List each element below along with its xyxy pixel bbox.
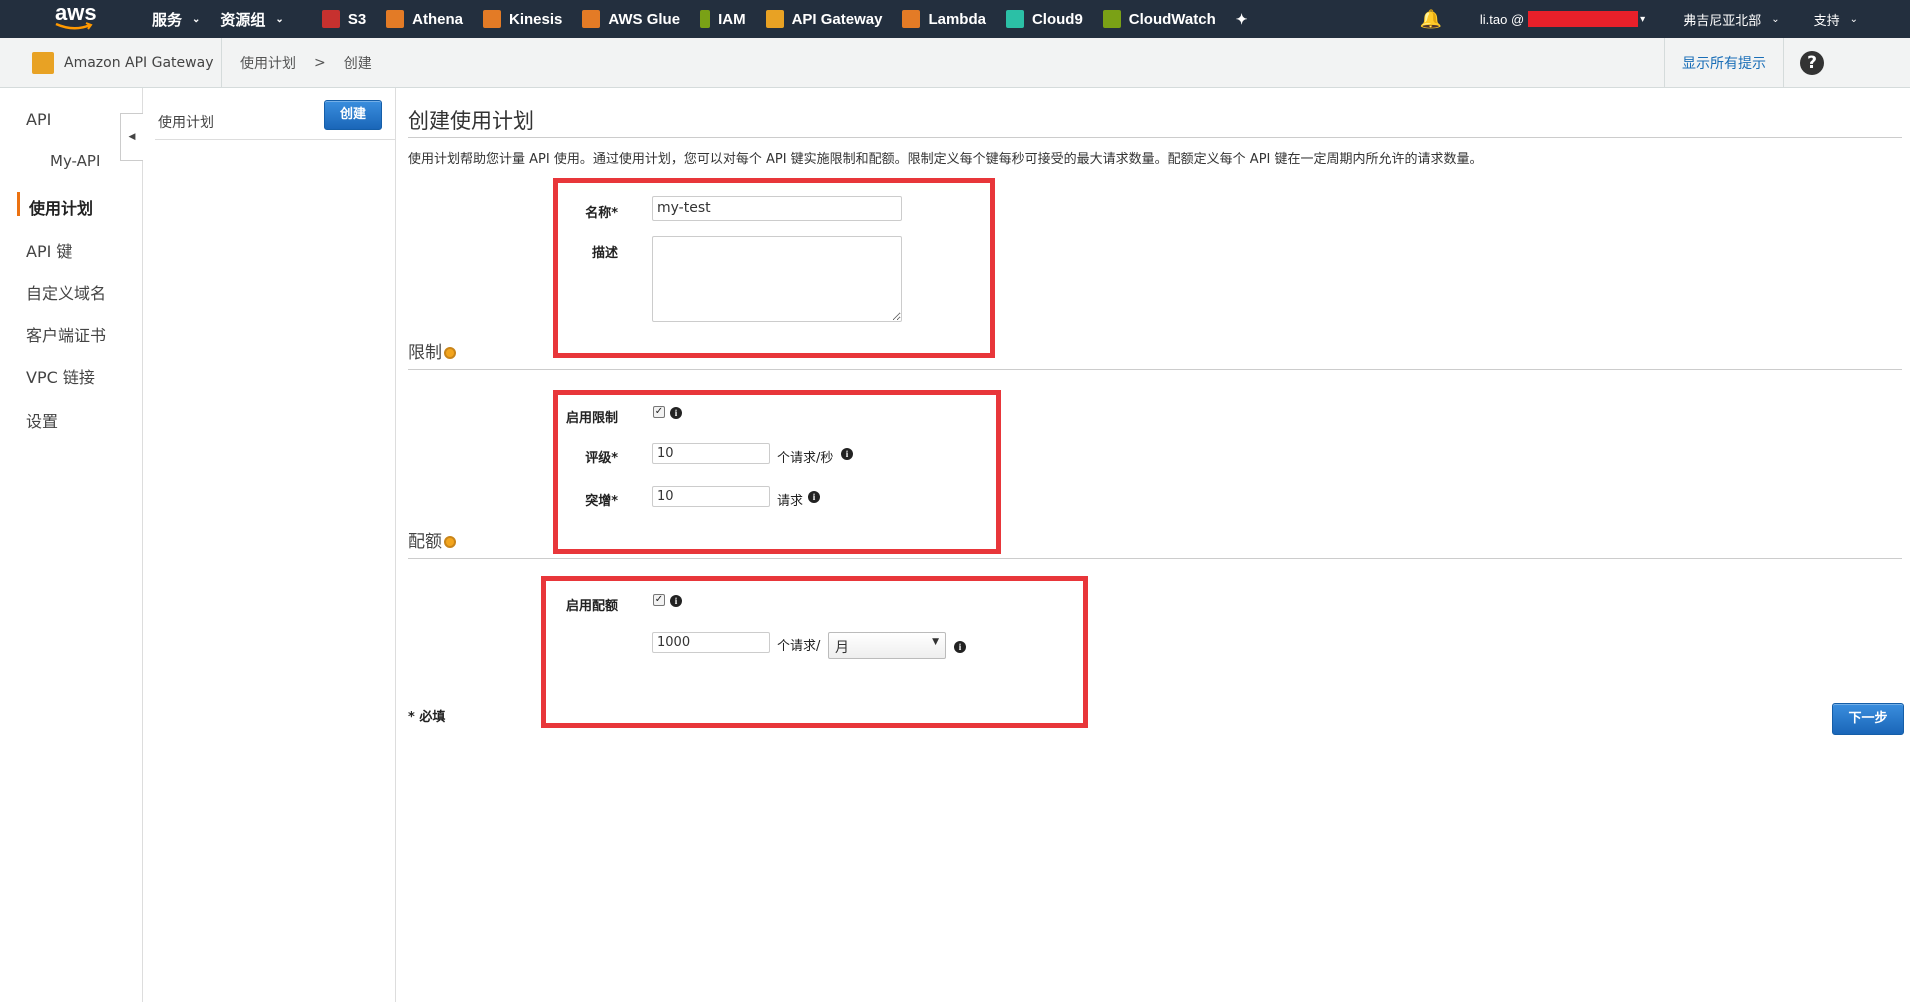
breadcrumb-usage-plans[interactable]: 使用计划 <box>240 53 296 73</box>
chevron-down-icon: ⌄ <box>275 13 284 25</box>
top-navigation-bar: aws 服务 ⌄ 资源组 ⌄ S3 Athena Kinesis AWS Glue … <box>0 0 1910 38</box>
active-indicator <box>17 192 20 216</box>
redacted-account <box>1528 11 1639 27</box>
service-home-link[interactable]: Amazon API Gateway <box>0 38 222 88</box>
shortcut-label: API Gateway <box>791 10 883 28</box>
breadcrumb: 使用计划 > 创建 <box>240 38 390 88</box>
shortcut-label: S3 <box>347 10 367 28</box>
aws-logo[interactable]: aws <box>52 0 132 38</box>
glue-icon <box>582 10 601 28</box>
service-name: Amazon API Gateway <box>64 55 214 71</box>
cloudwatch-icon <box>1102 10 1121 28</box>
bell-icon[interactable]: 🔔 <box>1409 0 1451 38</box>
nav-vpc-links[interactable]: VPC 链接 <box>26 364 95 388</box>
shortcut-lambda[interactable]: Lambda <box>892 0 996 38</box>
shortcut-kinesis[interactable]: Kinesis <box>473 0 572 38</box>
shortcut-api-gateway[interactable]: API Gateway <box>756 0 893 38</box>
nav-my-api[interactable]: My-API <box>50 152 100 170</box>
shortcut-cloudwatch[interactable]: CloudWatch <box>1093 0 1226 38</box>
service-shortcuts: S3 Athena Kinesis AWS Glue IAM API Gatew… <box>312 0 1258 38</box>
quota-title-text: 配额 <box>408 532 442 552</box>
info-dot-icon <box>444 347 456 359</box>
shortcut-label: AWS Glue <box>608 10 681 28</box>
divider <box>408 369 1902 370</box>
main-content: 创建使用计划 使用计划帮助您计量 API 使用。通过使用计划，您可以对每个 AP… <box>408 88 1910 1002</box>
throttle-section-title: 限制 <box>408 338 456 363</box>
highlight-box-basic <box>553 178 995 358</box>
services-menu[interactable]: 服务 ⌄ <box>142 0 210 38</box>
service-header-bar: Amazon API Gateway 使用计划 > 创建 显示所有提示 ? <box>0 38 1910 88</box>
shortcut-cloud9[interactable]: Cloud9 <box>996 0 1093 38</box>
resource-groups-label: 资源组 <box>220 11 266 29</box>
shortcut-label: Kinesis <box>509 10 563 28</box>
iam-icon <box>700 10 711 28</box>
nav-client-certificates[interactable]: 客户端证书 <box>26 322 106 346</box>
user-name: li.tao @ <box>1479 11 1525 27</box>
shortcut-glue[interactable]: AWS Glue <box>572 0 690 38</box>
create-button[interactable]: 创建 <box>324 100 382 130</box>
nav-usage-plans[interactable]: 使用计划 <box>29 195 93 219</box>
required-note: * 必填 <box>408 710 446 725</box>
divider <box>408 558 1902 559</box>
nav-api[interactable]: API <box>26 110 51 129</box>
services-label: 服务 <box>152 11 183 29</box>
shortcut-label: Cloud9 <box>1031 10 1083 28</box>
s3-icon <box>321 10 340 28</box>
aws-smile-icon <box>55 22 93 30</box>
pin-icon[interactable]: ✦ <box>1226 0 1258 38</box>
kinesis-icon <box>483 10 502 28</box>
api-gateway-icon <box>32 52 54 74</box>
account-area: 🔔 li.tao @ ▾ 弗吉尼亚北部 ⌄ 支持 ⌄ <box>1409 0 1910 38</box>
chevron-down-icon: ⌄ <box>1849 13 1858 25</box>
shortcut-label: CloudWatch <box>1128 10 1216 28</box>
shortcut-label: Lambda <box>928 10 986 28</box>
quota-section-title: 配额 <box>408 527 456 552</box>
page-title: 创建使用计划 <box>408 109 534 133</box>
throttle-title-text: 限制 <box>408 343 442 363</box>
next-step-button[interactable]: 下一步 <box>1832 703 1904 735</box>
page-description: 使用计划帮助您计量 API 使用。通过使用计划，您可以对每个 API 键实施限制… <box>408 152 1483 167</box>
highlight-box-throttle <box>553 390 1001 554</box>
athena-icon <box>386 10 405 28</box>
nav-custom-domains[interactable]: 自定义域名 <box>26 280 106 304</box>
chevron-down-icon: ▾ <box>1640 13 1646 25</box>
info-dot-icon <box>444 536 456 548</box>
usage-plans-list-panel: 使用计划 创建 <box>143 88 396 1002</box>
api-gateway-icon <box>765 10 784 28</box>
left-navigation: API My-API 使用计划 API 键 自定义域名 客户端证书 VPC 链接… <box>0 88 143 1002</box>
shortcut-athena[interactable]: Athena <box>376 0 473 38</box>
divider <box>408 137 1902 138</box>
breadcrumb-create: 创建 <box>343 56 372 72</box>
nav-settings[interactable]: 设置 <box>26 408 58 432</box>
nav-api-keys[interactable]: API 键 <box>26 238 72 262</box>
chevron-down-icon: ⌄ <box>1771 13 1780 25</box>
shortcut-s3[interactable]: S3 <box>312 0 376 38</box>
help-icon[interactable]: ? <box>1800 51 1824 75</box>
chevron-down-icon: ⌄ <box>192 13 201 25</box>
highlight-box-quota <box>541 576 1088 728</box>
cloud9-icon <box>1005 10 1024 28</box>
panel-title: 使用计划 <box>158 115 214 131</box>
region-label: 弗吉尼亚北部 <box>1683 12 1762 28</box>
support-label: 支持 <box>1813 12 1840 28</box>
shortcut-label: Athena <box>412 10 464 28</box>
support-menu[interactable]: 支持 ⌄ <box>1804 0 1868 38</box>
account-menu[interactable]: li.tao @ ▾ <box>1470 0 1655 38</box>
breadcrumb-separator: > <box>314 55 326 71</box>
lambda-icon <box>902 10 921 28</box>
shortcut-iam[interactable]: IAM <box>690 0 756 38</box>
shortcut-label: IAM <box>718 10 746 28</box>
resource-groups-menu[interactable]: 资源组 ⌄ <box>210 0 293 38</box>
region-menu[interactable]: 弗吉尼亚北部 ⌄ <box>1673 0 1789 38</box>
show-all-tips-link[interactable]: 显示所有提示 <box>1664 38 1784 88</box>
collapse-nav-icon[interactable]: ◀ <box>120 113 143 161</box>
